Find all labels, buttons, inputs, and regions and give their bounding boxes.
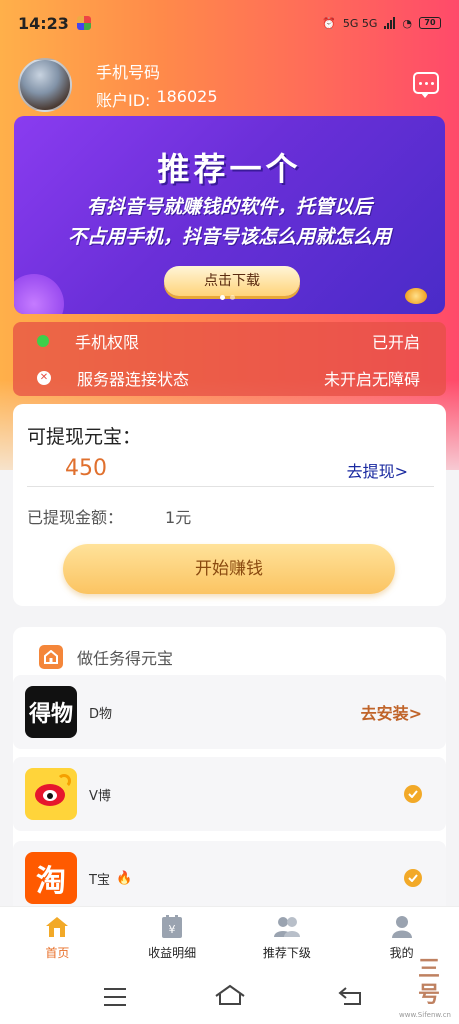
system-navigation-bar	[0, 970, 459, 1024]
tab-home[interactable]: 首页	[0, 907, 115, 970]
status-error-icon: ✕	[37, 370, 51, 385]
tab-label: 首页	[45, 946, 70, 960]
fire-icon: 🔥	[115, 870, 133, 886]
account-id-value: 186025	[156, 87, 218, 106]
divider	[27, 486, 434, 487]
permission-row[interactable]: 手机权限 已开启	[13, 322, 446, 359]
server-row[interactable]: ✕ 服务器连接状态 未开启无障碍	[13, 359, 446, 396]
status-time: 14:23	[18, 13, 69, 33]
server-value: 未开启无障碍	[323, 369, 420, 389]
banner-dot[interactable]	[230, 295, 235, 300]
app-notification-icon	[76, 16, 91, 30]
download-button[interactable]: 点击下载	[164, 266, 300, 296]
task-name-row: T宝 🔥	[89, 869, 132, 888]
task-home-icon	[39, 645, 63, 669]
coin-icon	[405, 288, 427, 304]
task-name: D物	[89, 706, 113, 722]
check-icon	[404, 785, 422, 803]
banner-line-2: 不占用手机，抖音号该怎么用就怎么用	[67, 226, 391, 248]
status-indicators: ⏰ 5G 5G ◔ 70	[322, 17, 441, 30]
back-icon[interactable]	[338, 986, 362, 1010]
dewu-app-icon: 得物	[25, 686, 77, 738]
withdrawn-label: 已提现金额：	[27, 508, 124, 527]
start-earning-button[interactable]: 开始赚钱	[63, 544, 395, 594]
withdrawn-value: 1元	[165, 508, 192, 527]
account-id: 账户ID: 186025	[96, 87, 218, 111]
profile-header: 手机号码 账户ID: 186025	[18, 58, 218, 112]
home-icon	[44, 915, 70, 939]
wallet-amount: 450	[65, 456, 107, 481]
svg-text:¥: ¥	[169, 923, 176, 936]
task-list-card: 做任务得元宝 得物 D物 去安装> V博 淘 T宝 🔥	[13, 627, 446, 917]
system-status-bar: 14:23 ⏰ 5G 5G ◔ 70	[0, 0, 459, 46]
tab-label: 收益明细	[148, 946, 197, 960]
check-icon	[404, 869, 422, 887]
account-id-label: 账户ID:	[96, 91, 151, 110]
banner-line-1: 有抖音号就赚钱的软件，托管以后	[86, 196, 372, 218]
battery-icon: 70	[419, 17, 441, 29]
service-status-panel: 手机权限 已开启 ✕ 服务器连接状态 未开启无障碍	[13, 322, 446, 396]
wallet-title: 可提现元宝：	[27, 426, 142, 448]
banner-pagination[interactable]	[220, 295, 235, 300]
weibo-app-icon	[25, 768, 77, 820]
task-item-taobao[interactable]: 淘 T宝 🔥	[13, 841, 446, 915]
message-icon[interactable]	[413, 72, 439, 98]
task-list-title: 做任务得元宝	[77, 649, 174, 668]
home-nav-icon[interactable]	[214, 984, 246, 1010]
tab-label: 推荐下级	[262, 946, 311, 960]
promo-banner[interactable]: 推荐一个 有抖音号就赚钱的软件，托管以后 不占用手机，抖音号该怎么用就怎么用 点…	[14, 116, 445, 314]
bottom-tab-bar: 首页 ¥ 收益明细 推荐下级 我的	[0, 906, 459, 970]
tab-income[interactable]: ¥ 收益明细	[115, 907, 230, 970]
watermark-logo: 三号	[417, 956, 440, 1008]
income-icon: ¥	[159, 915, 185, 939]
profile-name: 手机号码	[96, 63, 161, 82]
alarm-icon: ⏰	[322, 16, 336, 30]
avatar[interactable]	[18, 58, 72, 112]
network-label: 5G 5G	[342, 16, 378, 30]
task-name: V博	[89, 788, 111, 804]
banner-title: 推荐一个	[157, 150, 302, 188]
permission-value: 已开启	[371, 332, 420, 352]
withdraw-link[interactable]: 去提现>	[347, 458, 408, 482]
task-list-header: 做任务得元宝	[39, 645, 173, 669]
wallet-card: 可提现元宝： 450 去提现> 已提现金额： 1元 开始赚钱	[13, 404, 446, 606]
withdrawn-row: 已提现金额： 1元	[27, 504, 191, 528]
task-item-dewu[interactable]: 得物 D物 去安装>	[13, 675, 446, 749]
task-item-weibo[interactable]: V博	[13, 757, 446, 831]
server-label: 服务器连接状态	[77, 369, 190, 389]
permission-label: 手机权限	[75, 332, 140, 352]
people-icon	[273, 915, 300, 939]
user-icon	[389, 915, 415, 939]
task-name: T宝	[89, 872, 110, 888]
status-ok-icon	[37, 334, 49, 347]
banner-dot[interactable]	[220, 295, 225, 300]
signal-icon	[384, 17, 396, 29]
wifi-icon: ◔	[402, 16, 412, 30]
taobao-app-icon: 淘	[25, 852, 77, 904]
banner-decoration	[14, 274, 64, 314]
recent-apps-icon[interactable]	[104, 988, 126, 1012]
watermark-url: www.Sifenw.cn	[399, 1011, 451, 1019]
tab-referral[interactable]: 推荐下级	[230, 907, 345, 970]
profile-info: 手机号码 账户ID: 186025	[96, 59, 218, 111]
install-button[interactable]: 去安装>	[361, 700, 422, 724]
